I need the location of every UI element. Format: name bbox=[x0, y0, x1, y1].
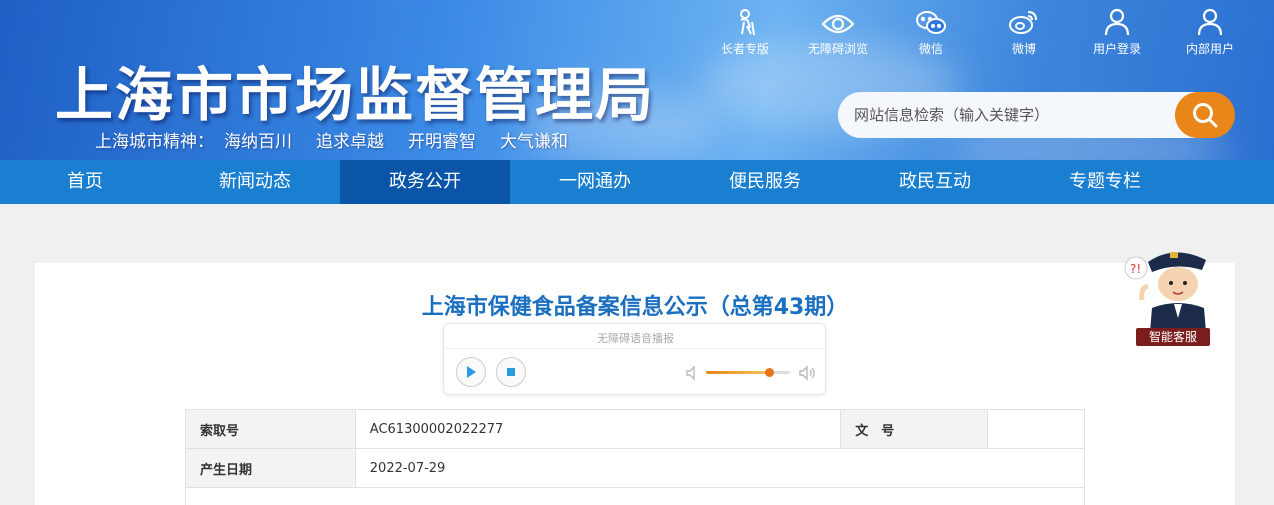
city-spirit: 上海城市精神： 海纳百川 追求卓越 开明睿智 大气谦和 bbox=[95, 127, 592, 152]
meta-value-date: 2022-07-29 bbox=[354, 448, 1086, 488]
accessibility-label: 无障碍浏览 bbox=[807, 42, 868, 56]
wechat-label: 微信 bbox=[918, 42, 943, 56]
nav-item-home[interactable]: 首页 bbox=[0, 160, 170, 204]
user-icon bbox=[1104, 8, 1130, 36]
volume-slider-handle[interactable] bbox=[765, 368, 774, 377]
divider bbox=[444, 348, 827, 349]
main-nav: 首页 新闻动态 政务公开 一网通办 便民服务 政民互动 专题专栏 bbox=[0, 160, 1274, 204]
table-row: 产生日期 2022-07-29 bbox=[185, 448, 1086, 488]
table-row bbox=[185, 487, 1085, 505]
nav-item-news[interactable]: 新闻动态 bbox=[170, 160, 340, 204]
volume-slider[interactable] bbox=[706, 371, 790, 374]
elder-version-label: 长者专版 bbox=[720, 42, 769, 56]
eye-icon bbox=[821, 14, 855, 34]
weibo-label: 微博 bbox=[1011, 42, 1036, 56]
top-links: 长者专版 无障碍浏览 微信 微博 用户登录 内部用户 bbox=[700, 8, 1258, 57]
internal-user-label: 内部用户 bbox=[1185, 42, 1234, 56]
nav-item-government-affairs[interactable]: 政务公开 bbox=[340, 160, 510, 204]
customer-service-avatar-icon: ?! bbox=[1124, 252, 1206, 332]
article-title: 上海市保健食品备案信息公示（总第43期） bbox=[421, 295, 849, 320]
audio-player-label: 无障碍语音播报 bbox=[597, 332, 674, 345]
elder-version-link[interactable]: 长者专版 bbox=[700, 8, 790, 57]
nav-item-public-service[interactable]: 便民服务 bbox=[680, 160, 850, 204]
stop-icon bbox=[507, 368, 515, 376]
site-title: 上海市市场监督管理局 bbox=[55, 61, 656, 129]
smart-assistant-label: 智能客服 bbox=[1136, 328, 1210, 346]
search-icon bbox=[1193, 103, 1218, 128]
article-meta-table: 索取号 AC61300002022277 文 号 产生日期 2022-07-29 bbox=[185, 409, 1086, 505]
elder-icon bbox=[740, 9, 755, 36]
nav-item-special-topics[interactable]: 专题专栏 bbox=[1020, 160, 1190, 204]
weibo-icon bbox=[1009, 11, 1037, 34]
smart-assistant[interactable]: ?! 智能客服 bbox=[1118, 240, 1218, 352]
play-button[interactable] bbox=[456, 357, 486, 387]
nav-item-one-stop-service[interactable]: 一网通办 bbox=[510, 160, 680, 204]
meta-key-date: 产生日期 bbox=[185, 448, 356, 488]
search-input[interactable] bbox=[838, 92, 1198, 138]
weibo-link[interactable]: 微博 bbox=[979, 8, 1069, 57]
svg-text:?!: ?! bbox=[1130, 262, 1141, 276]
volume-mute-icon[interactable] bbox=[684, 364, 702, 382]
search-button[interactable] bbox=[1175, 92, 1235, 138]
city-spirit-item: 大气谦和 bbox=[500, 132, 568, 152]
wechat-icon bbox=[916, 11, 946, 34]
user-icon bbox=[1197, 8, 1223, 36]
wechat-link[interactable]: 微信 bbox=[886, 8, 976, 57]
meta-value-doc-no bbox=[987, 409, 1085, 449]
table-cell bbox=[185, 487, 1085, 505]
stop-button[interactable] bbox=[496, 357, 526, 387]
internal-user-link[interactable]: 内部用户 bbox=[1165, 8, 1255, 57]
audio-player: 无障碍语音播报 bbox=[443, 323, 827, 395]
article-card: 上海市保健食品备案信息公示（总第43期） 无障碍语音播报 索取号 AC61300… bbox=[35, 263, 1235, 505]
city-spirit-item: 开明睿智 bbox=[408, 132, 476, 152]
site-search bbox=[838, 92, 1235, 138]
accessibility-link[interactable]: 无障碍浏览 bbox=[793, 8, 883, 57]
city-spirit-item: 海纳百川 bbox=[224, 132, 292, 152]
city-spirit-label: 上海城市精神： bbox=[95, 132, 214, 152]
play-icon bbox=[467, 366, 476, 378]
meta-key-doc-no: 文 号 bbox=[840, 409, 989, 449]
user-login-label: 用户登录 bbox=[1092, 42, 1141, 56]
nav-item-interaction[interactable]: 政民互动 bbox=[850, 160, 1020, 204]
user-login-link[interactable]: 用户登录 bbox=[1072, 8, 1162, 57]
table-row: 索取号 AC61300002022277 文 号 bbox=[185, 409, 1085, 449]
city-spirit-item: 追求卓越 bbox=[316, 132, 384, 152]
meta-key-index: 索取号 bbox=[185, 409, 356, 449]
volume-up-icon[interactable] bbox=[798, 364, 816, 382]
meta-value-index: AC61300002022277 bbox=[354, 409, 842, 449]
site-header: 上海市市场监督管理局 上海城市精神： 海纳百川 追求卓越 开明睿智 大气谦和 长者专版 … bbox=[0, 0, 1274, 160]
